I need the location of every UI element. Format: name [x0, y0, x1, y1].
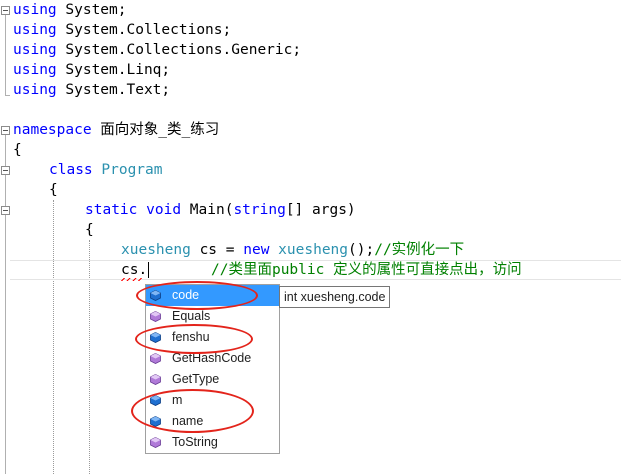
code-line: using System; — [13, 0, 127, 20]
keyword: static — [85, 202, 138, 218]
code-line: namespace 面向对象_类_练习 — [13, 120, 219, 140]
method-icon — [150, 353, 161, 364]
code-text: (); — [348, 242, 375, 258]
code-line: using System.Text; — [13, 80, 170, 100]
quick-info-tooltip: int xuesheng.code — [279, 286, 391, 308]
comment: //实例化一下 — [374, 242, 465, 258]
code-line-comment: //类里面public 定义的属性可直接点出，访问 — [211, 260, 522, 280]
keyword: using — [13, 82, 57, 98]
error-squiggle — [121, 278, 143, 281]
type-name: xuesheng — [278, 242, 349, 258]
outline-guide-end — [5, 95, 10, 96]
tooltip-text: int xuesheng.code — [284, 290, 386, 304]
indent-guide — [53, 200, 54, 474]
completion-item-gettype[interactable]: GetType — [146, 369, 279, 390]
annotation-ellipse-fenshu — [135, 324, 253, 354]
comment: //类里面public 定义的属性可直接点出，访问 — [211, 262, 522, 278]
keyword: class — [49, 162, 93, 178]
annotation-ellipse-m-name — [131, 389, 254, 433]
type-name: xuesheng — [121, 242, 191, 258]
code-line: using System.Collections.Generic; — [13, 40, 301, 60]
code-line: using System.Collections; — [13, 20, 231, 40]
code-text: cs. — [121, 262, 148, 278]
keyword: using — [13, 62, 57, 78]
code-editor[interactable]: using System; using System.Collections; … — [0, 0, 621, 474]
code-text: System.Text; — [56, 82, 171, 98]
code-line: { — [49, 180, 58, 200]
brace: { — [85, 222, 94, 238]
completion-item-label: GetType — [172, 372, 220, 386]
code-text: System.Collections; — [56, 22, 232, 38]
code-line: xuesheng cs = new xuesheng();//实例化一下 — [121, 240, 464, 260]
brace: { — [49, 182, 58, 198]
method-icon — [150, 374, 161, 385]
keyword: namespace — [13, 122, 92, 138]
completion-item-label: ToString — [172, 435, 218, 449]
method-icon — [150, 437, 161, 448]
code-text: System; — [56, 2, 127, 18]
namespace-name: 面向对象_类_练习 — [91, 122, 220, 138]
code-line: using System.Linq; — [13, 60, 170, 80]
annotation-ellipse-code — [136, 281, 258, 310]
code-line: static void Main(string[] args) — [85, 200, 356, 220]
keyword: new — [243, 242, 270, 258]
completion-item-tostring[interactable]: ToString — [146, 432, 279, 453]
keyword: void — [146, 202, 182, 218]
class-name: Program — [101, 162, 163, 178]
collapse-method-icon[interactable] — [1, 206, 10, 215]
code-line: { — [13, 140, 22, 160]
code-text: [] args) — [285, 202, 356, 218]
keyword: using — [13, 42, 57, 58]
outline-guide — [5, 15, 6, 95]
code-line[interactable]: cs. — [121, 260, 147, 280]
outline-guide — [5, 135, 6, 474]
keyword: using — [13, 22, 57, 38]
text-caret — [148, 262, 149, 278]
code-text: cs = — [190, 242, 244, 258]
collapse-namespace-icon[interactable] — [1, 126, 10, 135]
code-text: System.Collections.Generic; — [56, 42, 302, 58]
code-line: { — [85, 220, 94, 240]
keyword: using — [13, 2, 57, 18]
code-text: System.Linq; — [56, 62, 171, 78]
method-icon — [150, 311, 161, 322]
collapse-usings-icon[interactable] — [1, 6, 10, 15]
brace: { — [13, 142, 22, 158]
collapse-class-icon[interactable] — [1, 166, 10, 175]
keyword: string — [233, 202, 286, 218]
code-text: Main( — [181, 202, 234, 218]
code-line: class Program — [49, 160, 163, 180]
